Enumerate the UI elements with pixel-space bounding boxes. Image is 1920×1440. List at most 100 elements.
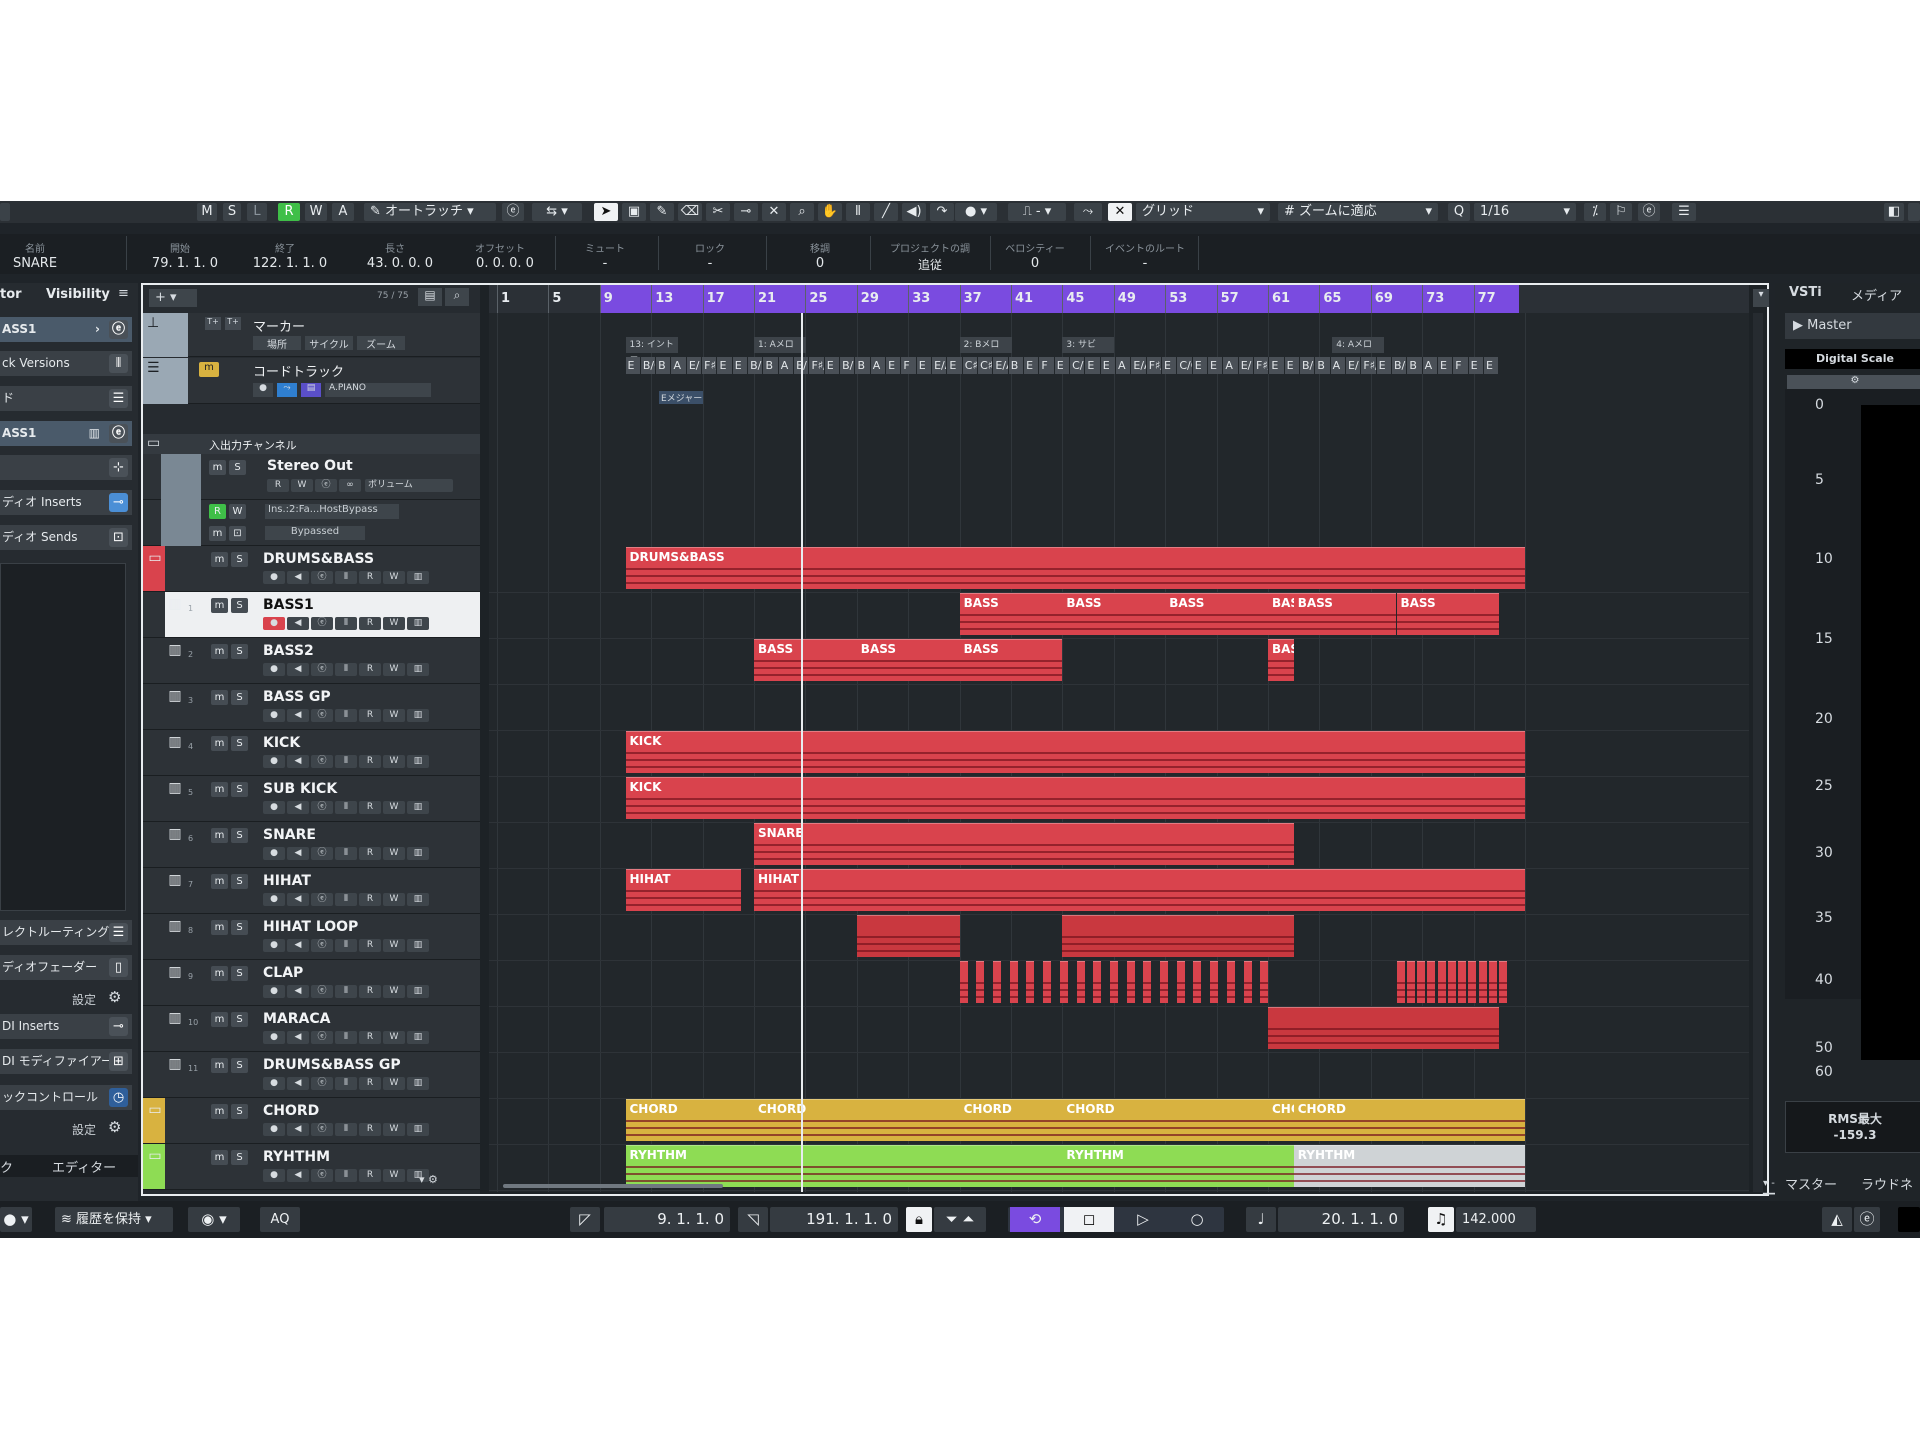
object-select-tool[interactable]: ➤ (594, 203, 618, 221)
marker-event[interactable]: 2: Bメロ (959, 337, 1012, 353)
part-event[interactable]: BASS (959, 639, 1063, 681)
track-control-button[interactable]: R (359, 1123, 381, 1136)
chord-event[interactable]: E (1192, 357, 1209, 374)
marker-cycle-button[interactable]: T+ (225, 317, 241, 330)
chord-event[interactable]: C♯ (962, 357, 979, 374)
cursor-line[interactable] (801, 313, 803, 1192)
inspector-tab[interactable]: tor (0, 287, 22, 302)
track-control-button[interactable]: ▥ (407, 893, 429, 906)
track-mute-button[interactable]: m (211, 1058, 228, 1073)
part-event[interactable] (1458, 961, 1467, 1003)
hand-tool[interactable]: ✋ (818, 203, 842, 221)
track-control-button[interactable]: ● (263, 1077, 285, 1090)
track-control-button[interactable]: ⦀ (335, 755, 357, 768)
track-control-button[interactable]: ● (263, 709, 285, 722)
track-control-button[interactable]: R (359, 847, 381, 860)
part-event[interactable]: HIHAT (625, 869, 742, 911)
track-list-scroll-icon[interactable]: ▾ ⚙ (419, 1173, 438, 1186)
tab-track[interactable]: ク (0, 1157, 13, 1176)
inspector-section-5[interactable]: ⊹ (0, 455, 132, 480)
part-event[interactable]: BAS (1268, 593, 1294, 635)
digital-scale-label[interactable]: Digital Scale (1785, 349, 1920, 369)
autoscroll-button[interactable]: ⇆ ▾ (532, 203, 582, 221)
window-layout-button[interactable]: ☰ (1672, 203, 1696, 221)
track-control-button[interactable]: ⦀ (335, 617, 357, 630)
track-control-button[interactable]: R (359, 617, 381, 630)
track-control-button[interactable]: W (383, 755, 405, 768)
marker-event[interactable]: 13: イントロ (625, 337, 678, 366)
track-control-button[interactable]: ⦀ (335, 893, 357, 906)
record-button[interactable]: ○ (1172, 1207, 1222, 1232)
chord-event[interactable]: F♯/F♯ (1146, 357, 1163, 374)
track-control-button[interactable]: R (359, 893, 381, 906)
track-row[interactable]: ▥ 9 m S CLAP ● ◀ ⓔ ⦀ R W ▥ (143, 960, 480, 1006)
chord-event[interactable]: A (1422, 357, 1438, 374)
chord-event[interactable]: F (1453, 357, 1469, 374)
track-control-button[interactable]: ▥ (407, 571, 429, 584)
track-control-button[interactable]: ⦀ (335, 1169, 357, 1182)
chord-event[interactable]: E/A (932, 357, 948, 374)
chord-event[interactable]: A (870, 357, 887, 374)
track-control-button[interactable]: ⓔ (311, 571, 333, 584)
zoom-tool[interactable]: ⌕ (790, 203, 814, 221)
inspector-midi-inserts[interactable]: DI Inserts ⊸ (0, 1014, 132, 1039)
part-event[interactable]: BASS (1293, 593, 1397, 635)
quantize-icon[interactable]: Q (1448, 203, 1470, 221)
track-control-button[interactable]: W (383, 1077, 405, 1090)
chord-event[interactable]: B/C♯ (748, 357, 764, 374)
stereo-out-mute[interactable]: m (209, 460, 226, 475)
marker-zoom-button[interactable]: ズーム (357, 336, 405, 351)
track-control-button[interactable]: ● (263, 1123, 285, 1136)
track-control-button[interactable]: W (383, 709, 405, 722)
track-mute-button[interactable]: m (211, 966, 228, 981)
track-control-button[interactable]: ◀ (287, 571, 309, 584)
chord-event[interactable]: E (824, 357, 841, 374)
track-control-button[interactable]: ▥ (407, 1077, 429, 1090)
track-row[interactable]: ▥ 7 m S HIHAT ● ◀ ⓔ ⦀ R W ▥ (143, 868, 480, 914)
track-control-button[interactable]: ⦀ (335, 663, 357, 676)
glue-tool[interactable]: ⊸ (734, 203, 758, 221)
tempo-icon[interactable]: ♫ (1428, 1207, 1454, 1232)
track-mute-button[interactable]: m (211, 690, 228, 705)
part-event[interactable] (1210, 961, 1219, 1003)
nudge-button[interactable]: ⎍ - ▾ (1008, 203, 1066, 221)
chord-event[interactable]: A (1330, 357, 1346, 374)
chord-follow-button[interactable]: ⤳ (277, 383, 297, 397)
track-control-button[interactable]: W (383, 1123, 405, 1136)
chord-mute-button[interactable]: m (199, 362, 219, 377)
track-control-button[interactable]: ● (263, 571, 285, 584)
chord-event[interactable]: E (625, 357, 641, 374)
part-event[interactable]: BASS (1062, 593, 1166, 635)
info-mute-value[interactable]: - (560, 256, 650, 271)
info-transpose-value[interactable]: 0 (775, 256, 865, 271)
info-root-value[interactable]: - (1090, 256, 1200, 271)
part-event[interactable]: CHORD (1293, 1099, 1525, 1141)
chord-event[interactable]: A (1223, 357, 1239, 374)
track-control-button[interactable]: R (359, 1077, 381, 1090)
chord-event[interactable]: E (1208, 357, 1224, 374)
chord-event[interactable]: E (1284, 357, 1300, 374)
chord-event[interactable]: B (1407, 357, 1423, 374)
marker-add-button[interactable]: T+ (205, 317, 221, 330)
chord-event[interactable]: C♯ (978, 357, 994, 374)
track-row[interactable]: ▭ m S DRUMS&BASS ● ◀ ⓔ ⦀ R W ▥ (143, 546, 480, 592)
track-control-button[interactable]: R (359, 801, 381, 814)
track-control-button[interactable]: ● (263, 1169, 285, 1182)
track-control-button[interactable]: W (383, 847, 405, 860)
track-control-button[interactable]: W (383, 801, 405, 814)
inspector-direct-routing[interactable]: レクトルーティング ☰ (0, 920, 132, 945)
chord-event[interactable]: B (763, 357, 779, 374)
scale-event[interactable]: Eメジャー (659, 391, 703, 404)
insert-mute[interactable]: m (209, 526, 226, 541)
track-control-button[interactable]: ● (263, 663, 285, 676)
stereo-out-write[interactable]: W (291, 479, 313, 492)
gear-icon-2[interactable]: ⚙ (108, 1118, 121, 1136)
chord-event[interactable]: B (855, 357, 871, 374)
part-event[interactable]: CHORD (754, 1099, 960, 1141)
chord-event[interactable]: E (1483, 357, 1500, 374)
chord-event[interactable]: E/A (1131, 357, 1147, 374)
chord-event[interactable]: F (1039, 357, 1055, 374)
inspector-track-name[interactable]: ASS1 › ⓔ (0, 317, 132, 342)
snap-on-button[interactable]: ✕ (1108, 203, 1132, 221)
inspector-audio-fader[interactable]: ディオフェーダー ▯ (0, 955, 132, 980)
